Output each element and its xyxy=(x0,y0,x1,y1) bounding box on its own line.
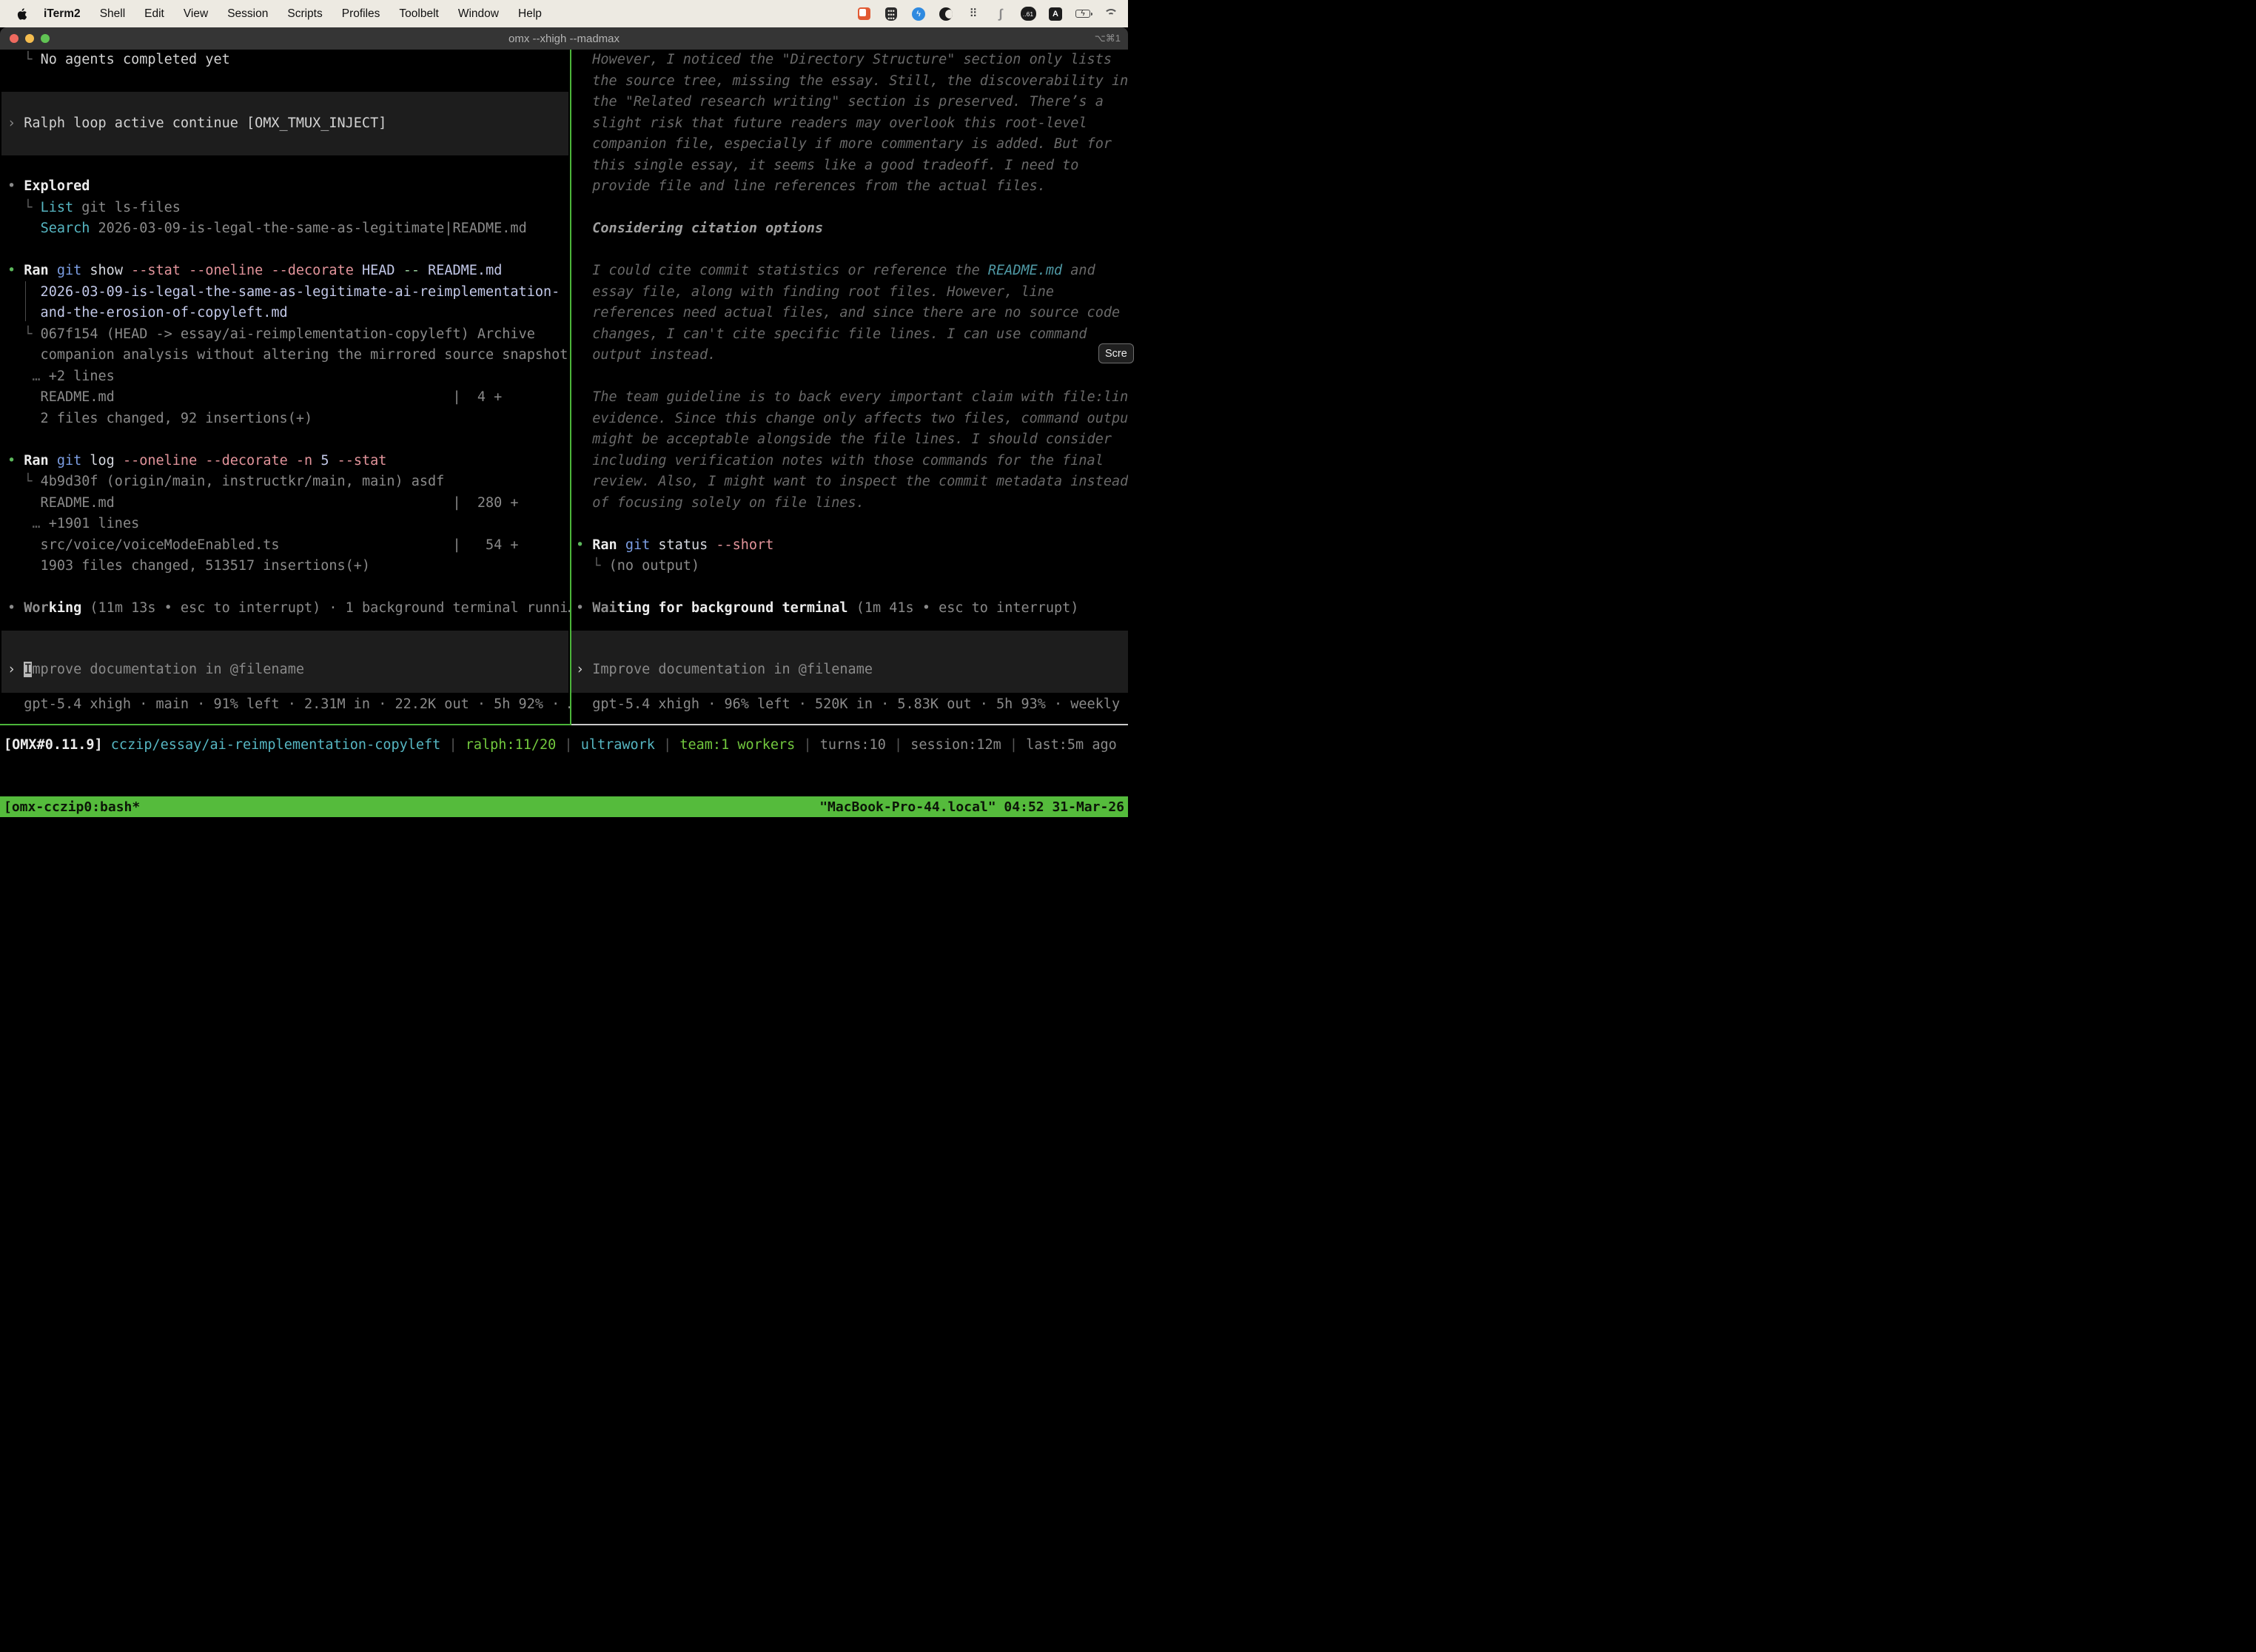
menu-bar-status-icons: ••••••••• ϟ ⠿ ∫ ..61 A ϟ xyxy=(856,7,1128,21)
right-terminal-line: I could cite commit statistics or refere… xyxy=(576,261,1095,282)
left-terminal-line: 2026-03-09-is-legal-the-same-as-legitima… xyxy=(7,282,560,303)
right-terminal-line: review. Also, I might want to inspect th… xyxy=(576,471,1128,493)
right-terminal-line: The team guideline is to back every impo… xyxy=(576,387,1128,409)
omx-status-bar: [OMX#0.11.9] cczip/essay/ai-reimplementa… xyxy=(0,725,1128,796)
right-pane: However, I noticed the "Directory Struct… xyxy=(571,50,1128,725)
menu-item-iterm2[interactable]: iTerm2 xyxy=(34,7,90,20)
tmux-session-label: [omx-cczip0:bash* xyxy=(4,799,140,815)
menu-item-edit[interactable]: Edit xyxy=(135,7,174,20)
menu-item-profiles[interactable]: Profiles xyxy=(332,7,390,20)
right-terminal-line: However, I noticed the "Directory Struct… xyxy=(576,50,1112,71)
squiggle-icon[interactable]: ∫ xyxy=(993,7,1008,21)
right-terminal-line: references need actual files, and since … xyxy=(576,303,1120,324)
left-terminal-line: and-the-erosion-of-copyleft.md xyxy=(7,303,288,324)
window-title: omx --xhigh --madmax xyxy=(0,33,1128,45)
dots-grid-icon[interactable]: ⠿ xyxy=(966,7,981,21)
left-terminal-line: └ 067f154 (HEAD -> essay/ai-reimplementa… xyxy=(7,324,535,346)
menu-item-session[interactable]: Session xyxy=(218,7,278,20)
terminal-content: └ No agents completed yet › Ralph loop ac… xyxy=(0,50,1128,796)
wifi-icon[interactable] xyxy=(1103,7,1118,21)
left-terminal-line: 1903 files changed, 513517 insertions(+) xyxy=(7,556,370,577)
right-terminal-line: • Ran git status --short xyxy=(576,535,773,557)
right-terminal-line: changes, I can't cite specific file line… xyxy=(576,324,1087,346)
left-terminal-line: └ List git ls-files xyxy=(7,198,181,219)
apple-icon xyxy=(16,7,27,21)
left-terminal-line: gpt-5.4 xhigh · main · 91% left · 2.31M … xyxy=(7,694,570,716)
menu-item-scripts[interactable]: Scripts xyxy=(278,7,332,20)
left-terminal-line: companion analysis without altering the … xyxy=(7,345,568,366)
battery-icon[interactable]: ϟ xyxy=(1075,7,1090,21)
window-shortcut-badge: ⌥⌘1 xyxy=(1095,33,1121,44)
screen-share-popup-label: Scre xyxy=(1105,348,1127,360)
left-terminal-line: … +1901 lines xyxy=(7,514,139,535)
right-terminal-line: including verification notes with those … xyxy=(576,451,1104,472)
apple-menu-icon[interactable] xyxy=(9,7,34,21)
right-terminal-line: Considering citation options xyxy=(576,218,823,240)
left-terminal-line: └ No agents completed yet xyxy=(7,50,230,71)
left-terminal-line: • Explored xyxy=(7,176,90,198)
right-terminal-line: the "Related research writing" section i… xyxy=(576,92,1104,113)
moon-disc-icon[interactable] xyxy=(939,7,953,21)
left-terminal-line: README.md | 280 + xyxy=(7,493,519,514)
right-terminal-line: might be acceptable alongside the file l… xyxy=(576,429,1112,451)
right-terminal-line: └ (no output) xyxy=(576,556,699,577)
keypad-icon[interactable]: ••••••••• xyxy=(884,7,899,21)
left-pane: └ No agents completed yet › Ralph loop ac… xyxy=(0,50,570,725)
left-terminal-line: › Ralph loop active continue [OMX_TMUX_I… xyxy=(7,113,386,135)
right-terminal-line: • Waiting for background terminal (1m 41… xyxy=(576,598,1078,620)
left-terminal-line: • Ran git show --stat --oneline --decora… xyxy=(7,261,502,282)
right-terminal-line: evidence. Since this change only affects… xyxy=(576,409,1128,430)
pane-divider-vertical[interactable] xyxy=(570,50,571,725)
right-terminal-line: › Improve documentation in @filename xyxy=(576,659,873,681)
left-terminal-line: Search 2026-03-09-is-legal-the-same-as-l… xyxy=(7,218,527,240)
left-terminal-line: README.md | 4 + xyxy=(7,387,502,409)
window-title-bar: omx --xhigh --madmax ⌥⌘1 xyxy=(0,27,1128,50)
menu-item-shell[interactable]: Shell xyxy=(90,7,135,20)
omx-terminal-line: [OMX#0.11.9] cczip/essay/ai-reimplementa… xyxy=(4,735,1117,756)
messenger-icon[interactable]: ϟ xyxy=(911,7,926,21)
left-terminal-line: └ 4b9d30f (origin/main, instructkr/main,… xyxy=(7,471,444,493)
right-terminal-line: this single essay, it seems like a good … xyxy=(576,155,1078,177)
menu-bar: iTerm2ShellEditViewSessionScriptsProfile… xyxy=(0,0,1128,27)
left-terminal-line: … +2 lines xyxy=(7,366,115,388)
right-terminal-line: provide file and line references from th… xyxy=(576,176,1046,198)
right-terminal-line: slight risk that future readers may over… xyxy=(576,113,1087,135)
right-terminal-line: companion file, especially if more comme… xyxy=(576,134,1112,155)
record-badge-icon[interactable] xyxy=(856,7,871,21)
menu-item-view[interactable]: View xyxy=(174,7,218,20)
battery-percent-icon[interactable]: ..61 xyxy=(1021,7,1035,21)
left-terminal-line: • Working (11m 13s • esc to interrupt) ·… xyxy=(7,598,570,620)
menu-bar-items: iTerm2ShellEditViewSessionScriptsProfile… xyxy=(34,7,551,21)
menu-item-help[interactable]: Help xyxy=(508,7,551,20)
tmux-host-clock-label: "MacBook-Pro-44.local" 04:52 31-Mar-26 xyxy=(819,799,1124,815)
right-terminal-line: essay file, along with finding root file… xyxy=(576,282,1054,303)
screen-share-popup[interactable]: Scre xyxy=(1098,343,1134,363)
menu-item-window[interactable]: Window xyxy=(449,7,508,20)
input-source-a-icon[interactable]: A xyxy=(1048,7,1063,21)
left-terminal-line: › Improve documentation in @filename xyxy=(7,659,304,681)
right-terminal-line: the source tree, missing the essay. Stil… xyxy=(576,71,1128,93)
right-terminal-line: gpt-5.4 xhigh · 96% left · 520K in · 5.8… xyxy=(576,694,1128,716)
right-terminal-line: output instead. xyxy=(576,345,716,366)
left-terminal-line: 2 files changed, 92 insertions(+) xyxy=(7,409,312,430)
tmux-status-bar: [omx-cczip0:bash* "MacBook-Pro-44.local"… xyxy=(0,796,1128,817)
right-terminal-line: of focusing solely on file lines. xyxy=(576,493,865,514)
menu-item-toolbelt[interactable]: Toolbelt xyxy=(389,7,448,20)
left-terminal-line: src/voice/voiceModeEnabled.ts | 54 + xyxy=(7,535,519,557)
left-terminal-line: • Ran git log --oneline --decorate -n 5 … xyxy=(7,451,386,472)
